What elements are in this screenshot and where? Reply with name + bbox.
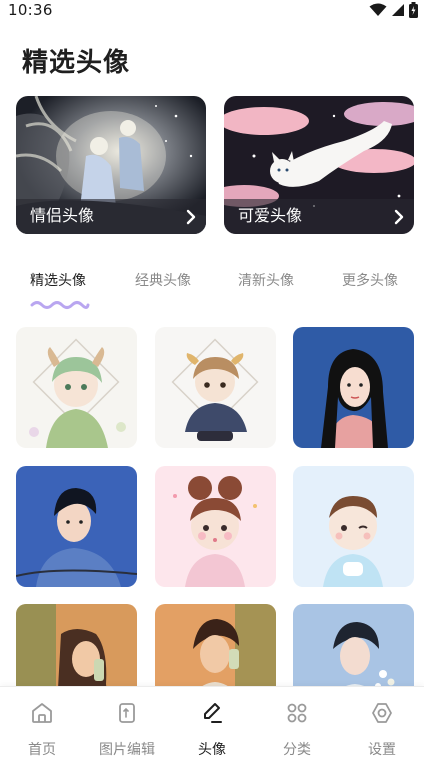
home-icon bbox=[32, 703, 52, 723]
tab-featured[interactable]: 精选头像 bbox=[30, 270, 86, 290]
avatar-grid-item[interactable] bbox=[293, 466, 414, 587]
category-tabs: 精选头像 经典头像 清新头像 更多头像 bbox=[0, 262, 424, 312]
featured-card-label: 可爱头像 bbox=[238, 206, 303, 225]
avatar-grid-item[interactable] bbox=[155, 327, 276, 448]
grid-icon bbox=[287, 703, 307, 723]
avatar-grid-item[interactable] bbox=[293, 327, 414, 448]
wifi-icon bbox=[369, 3, 387, 16]
avatar-grid-item[interactable] bbox=[155, 466, 276, 587]
avatar-image bbox=[16, 327, 137, 448]
status-time: 10:36 bbox=[8, 1, 53, 19]
tab-more[interactable]: 更多头像 bbox=[342, 270, 398, 290]
pen-icon bbox=[204, 703, 222, 723]
chevron-right-icon bbox=[394, 209, 404, 225]
active-tab-indicator bbox=[30, 301, 90, 309]
tab-classic[interactable]: 经典头像 bbox=[135, 270, 191, 290]
avatar-image bbox=[155, 327, 276, 448]
page-title: 精选头像 bbox=[22, 48, 131, 78]
nav-item-image-edit[interactable]: 图片编辑 bbox=[85, 687, 169, 762]
avatar-image bbox=[155, 466, 276, 587]
nav-label: 首页 bbox=[28, 742, 56, 758]
chevron-right-icon bbox=[186, 209, 196, 225]
featured-card-cute[interactable]: 可爱头像 bbox=[224, 96, 414, 234]
nav-item-home[interactable]: 首页 bbox=[0, 687, 84, 762]
status-icons bbox=[369, 2, 418, 18]
settings-icon bbox=[372, 703, 392, 723]
nav-label: 头像 bbox=[198, 742, 226, 758]
avatar-image bbox=[16, 466, 137, 587]
featured-card-couple[interactable]: 情侣头像 bbox=[16, 96, 206, 234]
nav-item-settings[interactable]: 设置 bbox=[340, 687, 424, 762]
avatar-grid-item[interactable] bbox=[16, 327, 137, 448]
bottom-navigation: 首页 图片编辑 头像 分类 设置 bbox=[0, 686, 424, 762]
nav-label: 分类 bbox=[283, 742, 311, 758]
tab-fresh[interactable]: 清新头像 bbox=[238, 270, 294, 290]
avatar-image bbox=[293, 327, 414, 448]
nav-label: 图片编辑 bbox=[99, 742, 155, 758]
battery-icon bbox=[409, 2, 418, 18]
nav-item-avatar[interactable]: 头像 bbox=[170, 687, 254, 762]
avatar-image bbox=[293, 466, 414, 587]
status-bar: 10:36 bbox=[0, 0, 424, 22]
signal-icon bbox=[392, 4, 404, 16]
avatar-grid-item[interactable] bbox=[16, 466, 137, 587]
nav-item-category[interactable]: 分类 bbox=[255, 687, 339, 762]
image-edit-icon bbox=[119, 703, 135, 723]
nav-label: 设置 bbox=[368, 742, 396, 758]
featured-card-label: 情侣头像 bbox=[30, 206, 95, 225]
